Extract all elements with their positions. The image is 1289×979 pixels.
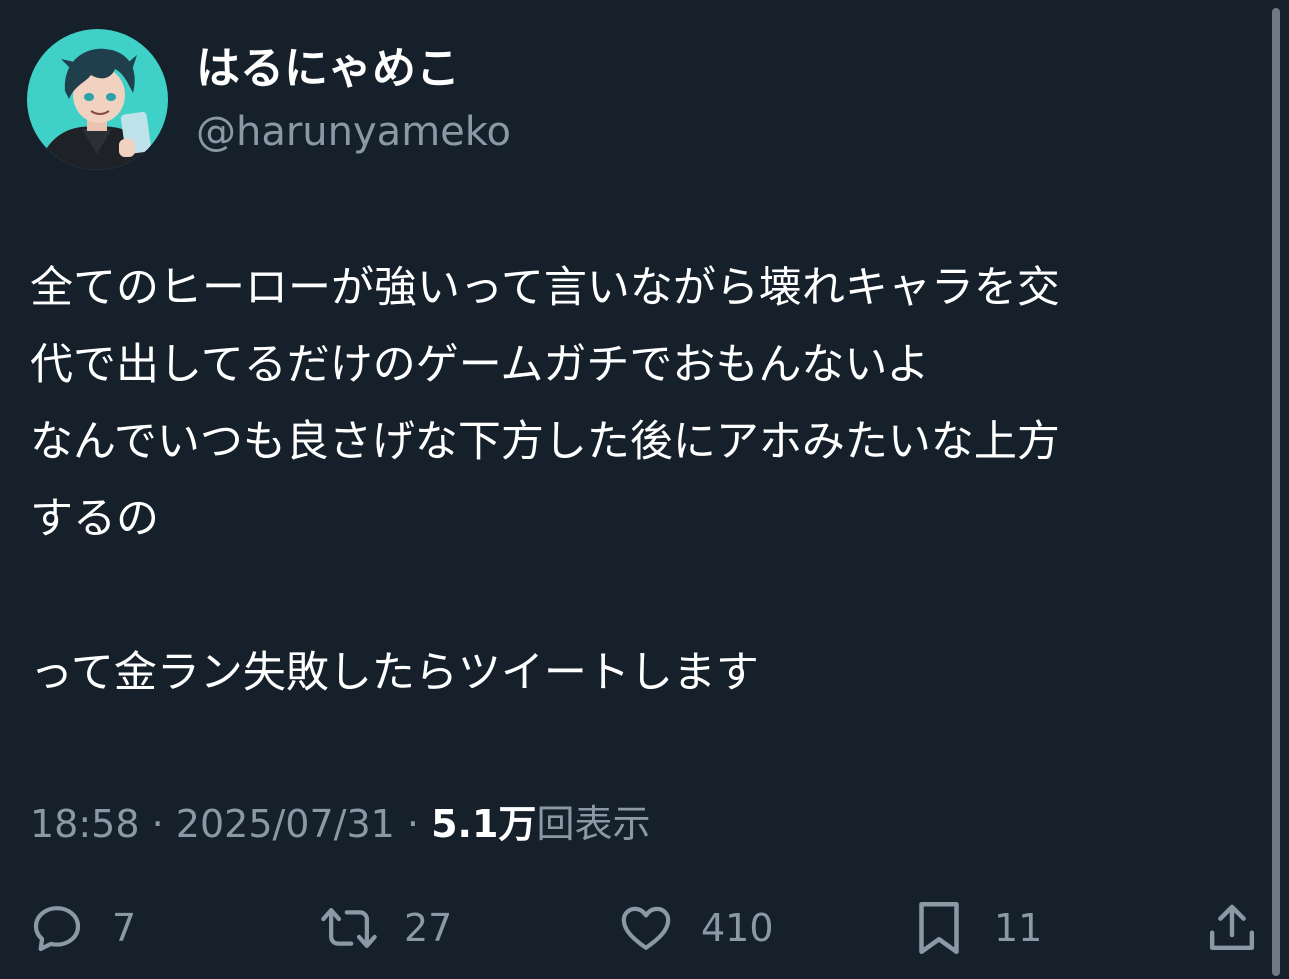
meta-separator: · [406,802,420,846]
tweet-meta: 18:58 · 2025/07/31 · 5.1万回表示 [30,798,650,850]
heart-icon [617,899,675,957]
bookmark-icon [910,899,968,957]
like-count: 410 [701,906,774,950]
reply-icon [28,899,86,957]
tweet-text-line: 代で出してるだけのゲームガチでおもんないよ [30,340,930,390]
reply-button[interactable]: 7 [28,896,136,960]
retweet-icon [320,899,378,957]
retweet-button[interactable]: 27 [320,896,452,960]
tweet-time[interactable]: 18:58 [30,802,140,846]
tweet-text-line: 全てのヒーローが強いって言いながら壊れキャラを交 [30,263,1060,313]
tweet-text-blank-line [30,558,1255,635]
bookmark-count: 11 [994,906,1043,950]
tweet-text: 全てのヒーローが強いって言いながら壊れキャラを交 代で出してるだけのゲームガチで… [30,250,1255,712]
meta-separator: · [151,802,164,846]
bookmark-button[interactable]: 11 [910,896,1042,960]
tweet-date[interactable]: 2025/07/31 [176,802,395,846]
tweet-text-line: するの [30,494,159,544]
scrollbar[interactable] [1272,8,1280,976]
retweet-count: 27 [404,906,453,950]
reply-count: 7 [112,906,137,950]
tweet-text-line: って金ラン失敗したらツイートします [30,648,759,698]
views-label: 回表示 [536,802,651,846]
author-handle[interactable]: @harunyameko [196,104,511,160]
share-icon [1203,899,1261,957]
like-button[interactable]: 410 [617,896,774,960]
avatar[interactable] [27,29,168,170]
share-button[interactable] [1203,896,1261,960]
author-display-name[interactable]: はるにゃめこ [196,40,460,98]
views-count: 5.1万 [431,802,537,846]
tweet-text-line: なんでいつも良さげな下方した後にアホみたいな上方 [30,417,1060,467]
